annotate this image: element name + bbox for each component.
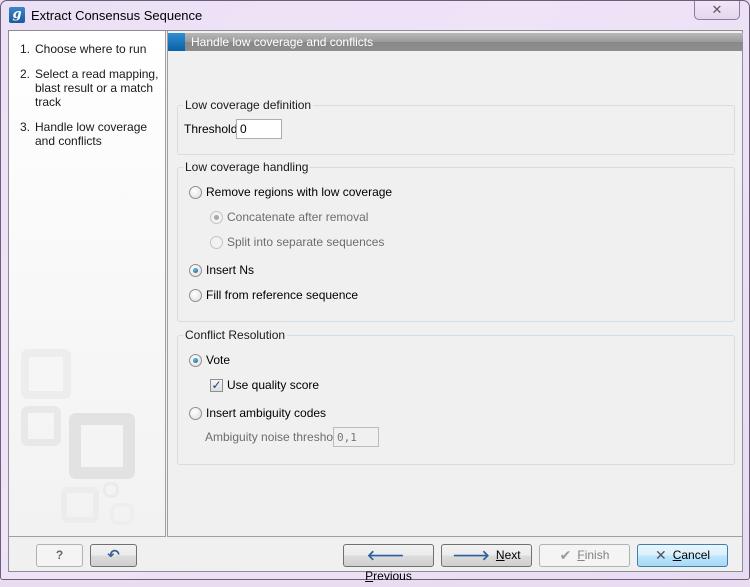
- low-coverage-handling-group: Low coverage handling Remove regions wit…: [177, 160, 735, 322]
- window-title: Extract Consensus Sequence: [31, 8, 203, 23]
- close-button[interactable]: ✕: [694, 1, 740, 20]
- decorative-square-icon: [103, 482, 119, 498]
- title-bar: g Extract Consensus Sequence ✕: [1, 1, 749, 31]
- noise-threshold-input[interactable]: [333, 427, 379, 447]
- radio-button[interactable]: [189, 264, 202, 277]
- noise-threshold-label: Ambiguity noise threshold: [205, 430, 343, 444]
- reset-button[interactable]: ↶: [90, 544, 137, 567]
- group-legend: Low coverage definition: [183, 98, 314, 112]
- dialog-client: 1. Choose where to run 2. Select a read …: [8, 30, 743, 583]
- x-icon: ✕: [654, 547, 667, 563]
- cancel-button[interactable]: ✕ Cancel: [637, 544, 728, 567]
- checkmark-icon: ✔: [559, 547, 572, 563]
- low-coverage-definition-group: Low coverage definition Threshold: [177, 98, 735, 155]
- checkmark-icon[interactable]: ✓: [210, 379, 223, 392]
- radio-button[interactable]: [189, 354, 202, 367]
- step-header: Handle low coverage and conflicts: [168, 33, 743, 51]
- radio-button[interactable]: [210, 211, 223, 224]
- group-legend: Low coverage handling: [183, 160, 311, 174]
- radio-button[interactable]: [189, 407, 202, 420]
- radio-button[interactable]: [189, 186, 202, 199]
- conflict-resolution-group: Conflict Resolution Vote ✓ Use quality s…: [177, 328, 735, 465]
- threshold-label: Threshold: [184, 122, 238, 136]
- next-button[interactable]: 🡒 Next: [441, 544, 532, 567]
- decorative-square-icon: [69, 413, 135, 479]
- radio-button[interactable]: [189, 289, 202, 302]
- threshold-input[interactable]: [236, 119, 282, 139]
- decorative-square-icon: [21, 349, 71, 399]
- previous-button[interactable]: 🡐Previous: [343, 544, 434, 583]
- header-accent: [168, 33, 185, 51]
- arrow-left-icon: 🡐: [366, 547, 405, 563]
- radio-button[interactable]: [210, 236, 223, 249]
- step-header-title: Handle low coverage and conflicts: [191, 35, 374, 49]
- finish-button[interactable]: ✔ Finish: [539, 544, 630, 567]
- decorative-square-icon: [21, 406, 61, 446]
- dialog-window: g Extract Consensus Sequence ✕ 1. Choose…: [0, 0, 750, 583]
- help-button[interactable]: ?: [36, 544, 83, 567]
- app-logo-icon: g: [9, 7, 25, 23]
- decorative-square-icon: [61, 487, 99, 523]
- group-legend: Conflict Resolution: [183, 328, 288, 342]
- wizard-steps-panel: 1. Choose where to run 2. Select a read …: [9, 31, 166, 537]
- undo-arrow-icon: ↶: [107, 547, 120, 564]
- decorative-square-icon: [110, 503, 134, 525]
- wizard-content-panel: Handle low coverage and conflicts Low co…: [167, 31, 743, 537]
- arrow-right-icon: 🡒: [452, 547, 490, 563]
